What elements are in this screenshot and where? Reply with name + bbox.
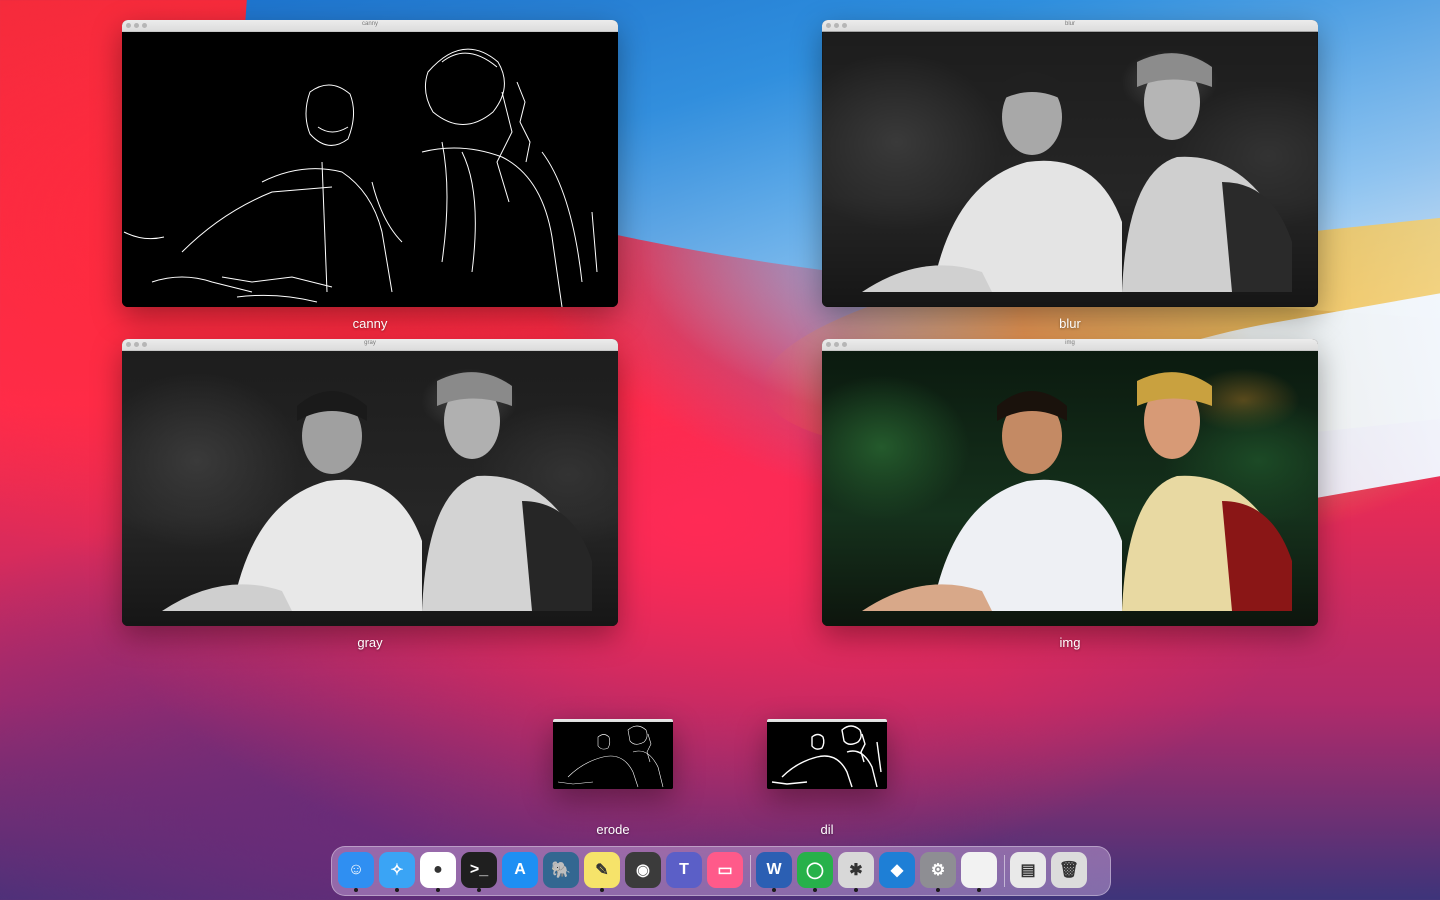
- window-title: gray: [364, 340, 376, 346]
- window-title: img: [1065, 340, 1075, 346]
- gray-label: gray: [357, 635, 383, 650]
- screenshot-icon[interactable]: ◉: [625, 852, 661, 888]
- teams-icon[interactable]: T: [666, 852, 702, 888]
- stickies-icon[interactable]: ✎: [584, 852, 620, 892]
- dock-separator: [1004, 855, 1005, 887]
- img-window[interactable]: img: [822, 339, 1318, 626]
- safari-icon[interactable]: ✧: [379, 852, 415, 892]
- img-label: img: [1059, 635, 1081, 650]
- running-indicator: [600, 888, 604, 892]
- files-icon[interactable]: ▤: [1010, 852, 1046, 888]
- running-indicator: [854, 888, 858, 892]
- azure-studio-icon[interactable]: ◆: [879, 852, 915, 888]
- terminal-icon[interactable]: >_: [461, 852, 497, 892]
- system-preferences-icon[interactable]: ⚙: [920, 852, 956, 892]
- trash-icon[interactable]: 🗑: [1051, 852, 1087, 888]
- window-titlebar[interactable]: canny: [122, 20, 618, 32]
- window-title: canny: [361, 21, 378, 27]
- finder-icon[interactable]: ☺: [338, 852, 374, 892]
- window-title: blur: [1064, 21, 1075, 27]
- cleanmymac-icon[interactable]: ▭: [707, 852, 743, 888]
- erode-label: erode: [596, 822, 630, 837]
- running-indicator: [354, 888, 358, 892]
- running-indicator: [977, 888, 981, 892]
- blur-image: [822, 32, 1318, 307]
- blur-label: blur: [1059, 316, 1081, 331]
- word-icon[interactable]: W: [756, 852, 792, 892]
- window-titlebar[interactable]: gray: [122, 339, 618, 351]
- running-indicator: [436, 888, 440, 892]
- blur-window[interactable]: blur: [822, 20, 1318, 307]
- canny-window[interactable]: canny: [122, 20, 618, 307]
- running-indicator: [936, 888, 940, 892]
- dock: ☺ ✧ ● >_ A 🐘 ✎ ◉ T ▭ W ◯ ✱ ◆ ⚙ ▤ 🗑: [331, 846, 1111, 896]
- document-icon[interactable]: [961, 852, 997, 892]
- canny-label: canny: [352, 316, 388, 331]
- running-indicator: [395, 888, 399, 892]
- window-titlebar[interactable]: blur: [822, 20, 1318, 32]
- running-indicator: [477, 888, 481, 892]
- chrome-icon[interactable]: ●: [420, 852, 456, 892]
- running-indicator: [772, 888, 776, 892]
- postgresql-icon[interactable]: 🐘: [543, 852, 579, 888]
- circle-app-icon[interactable]: ◯: [797, 852, 833, 892]
- color-image: [822, 351, 1318, 626]
- erode-window[interactable]: [553, 719, 673, 789]
- running-indicator: [813, 888, 817, 892]
- dil-window[interactable]: [767, 719, 887, 789]
- spider-icon[interactable]: ✱: [838, 852, 874, 892]
- dilate-image: [767, 722, 887, 789]
- window-titlebar[interactable]: img: [822, 339, 1318, 351]
- canny-edge-image: [122, 32, 618, 307]
- gray-image: [122, 351, 618, 626]
- app-store-icon[interactable]: A: [502, 852, 538, 888]
- dil-label: dil: [820, 822, 834, 837]
- erode-image: [553, 722, 673, 789]
- gray-window[interactable]: gray: [122, 339, 618, 626]
- dock-separator: [750, 855, 751, 887]
